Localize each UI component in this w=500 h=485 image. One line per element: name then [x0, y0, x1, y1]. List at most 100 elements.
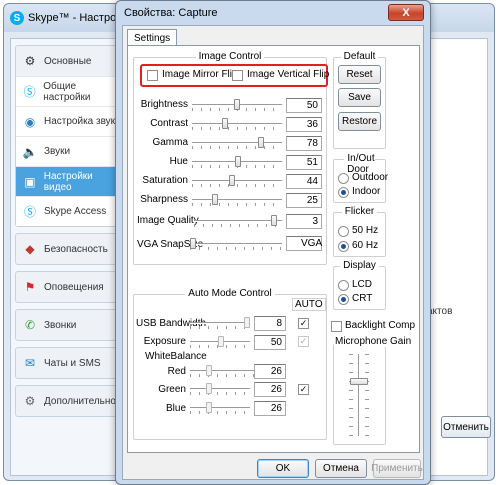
- sharpness-slider[interactable]: [192, 193, 282, 207]
- shield-icon: ◆: [25, 242, 35, 256]
- cancel-button[interactable]: Отмена: [315, 459, 367, 478]
- image-quality-value[interactable]: 3: [286, 214, 322, 229]
- flicker-60hz-radio[interactable]: [338, 241, 349, 252]
- sidebar-group-advanced[interactable]: ⚙ Дополнительно: [15, 385, 123, 417]
- lcd-label: LCD: [352, 279, 373, 290]
- auto-column-label: AUTO: [292, 298, 326, 311]
- exposure-auto-checkbox[interactable]: ✓: [298, 336, 309, 347]
- gamma-label: Gamma: [152, 137, 188, 148]
- usb-bandwidth-slider[interactable]: [190, 316, 250, 330]
- sidebar-item-label: Звуки: [44, 146, 71, 157]
- flicker-title: Flicker: [341, 206, 378, 217]
- lcd-radio[interactable]: [338, 280, 349, 291]
- image-quality-label: Image Quality: [137, 215, 199, 226]
- apply-button[interactable]: Применить: [371, 459, 423, 478]
- reset-button[interactable]: Reset: [338, 65, 381, 84]
- sidebar-item-advanced[interactable]: ⚙ Дополнительно: [16, 386, 122, 416]
- camera-icon: ▣: [24, 174, 36, 189]
- default-group-title: Default: [340, 51, 379, 62]
- contrast-label: Contrast: [150, 118, 188, 129]
- sidebar-item-notifications[interactable]: ⚑ Оповещения: [16, 272, 122, 302]
- exposure-value[interactable]: 50: [254, 335, 286, 350]
- whitebalance-auto-checkbox[interactable]: ✓: [298, 384, 309, 395]
- close-icon[interactable]: X: [388, 4, 424, 21]
- hue-slider[interactable]: [192, 155, 282, 169]
- sidebar-item-sounds[interactable]: 🔈 Звуки: [16, 136, 122, 166]
- sidebar-item-general-settings[interactable]: Ⓢ Общие настройки: [16, 76, 122, 106]
- skype-logo-icon: S: [10, 11, 24, 25]
- flicker-60hz-label: 60 Hz: [352, 240, 379, 251]
- contrast-slider[interactable]: [192, 117, 282, 131]
- dialog-titlebar: Свойства: Capture: [116, 1, 430, 25]
- contrast-value[interactable]: 36: [286, 117, 322, 132]
- sound-icon: 🔈: [22, 144, 38, 159]
- hue-label: Hue: [169, 156, 188, 167]
- crt-label: CRT: [352, 293, 373, 304]
- sidebar-item-skype-access[interactable]: Ⓢ Skype Access: [16, 196, 122, 226]
- sidebar-group-notifications[interactable]: ⚑ Оповещения: [15, 271, 123, 303]
- blue-slider[interactable]: [190, 401, 250, 415]
- crt-radio[interactable]: [338, 294, 349, 305]
- dialog-client-area: Settings Image Control Image Mirror Flip…: [122, 25, 424, 480]
- phone-icon: ✆: [24, 318, 36, 332]
- saturation-slider[interactable]: [192, 174, 282, 188]
- image-quality-slider[interactable]: [194, 214, 282, 228]
- outdoor-radio[interactable]: [338, 173, 349, 184]
- flicker-50hz-radio[interactable]: [338, 226, 349, 237]
- skype-cancel-button[interactable]: Отменить: [441, 416, 491, 438]
- blue-label: Blue: [165, 403, 186, 414]
- sidebar-item-security[interactable]: ◆ Безопасность: [16, 234, 122, 264]
- skype-sidebar: ⚙ Основные Ⓢ Общие настройки ◉ Настройка…: [11, 39, 128, 475]
- sidebar-item-general[interactable]: ⚙ Основные: [16, 46, 122, 76]
- hue-value[interactable]: 51: [286, 155, 322, 170]
- saturation-value[interactable]: 44: [286, 174, 322, 189]
- gamma-value[interactable]: 78: [286, 136, 322, 151]
- chat-icon: ✉: [24, 356, 36, 370]
- outdoor-label: Outdoor: [352, 172, 389, 183]
- vga-snapsize-value[interactable]: VGA: [286, 236, 322, 251]
- capture-properties-dialog: Свойства: Capture X Settings Image Contr…: [115, 0, 431, 485]
- green-value[interactable]: 26: [254, 382, 286, 397]
- green-slider[interactable]: [190, 382, 250, 396]
- sidebar-item-label: Звонки: [44, 319, 77, 331]
- skype-icon: Ⓢ: [23, 205, 36, 219]
- tab-settings[interactable]: Settings: [127, 29, 178, 46]
- ok-button[interactable]: OK: [257, 459, 309, 478]
- save-button[interactable]: Save: [338, 88, 381, 107]
- exposure-slider[interactable]: [190, 335, 250, 349]
- auto-mode-title: Auto Mode Control: [185, 288, 275, 299]
- backlight-comp-checkbox[interactable]: [331, 321, 342, 332]
- brightness-value[interactable]: 50: [286, 98, 322, 113]
- flag-icon: ⚑: [24, 280, 36, 294]
- saturation-label: Saturation: [142, 175, 188, 186]
- image-mirror-flip-checkbox[interactable]: [147, 70, 158, 81]
- restore-button[interactable]: Restore: [338, 112, 381, 131]
- sidebar-item-chats[interactable]: ✉ Чаты и SMS: [16, 348, 122, 378]
- brightness-label: Brightness: [140, 99, 188, 110]
- gamma-slider[interactable]: [192, 136, 282, 150]
- skype-icon: Ⓢ: [23, 85, 36, 99]
- sidebar-item-label: Общие настройки: [43, 80, 91, 103]
- vga-snapsize-slider[interactable]: [190, 237, 282, 251]
- microphone-gain-slider[interactable]: [349, 354, 369, 436]
- indoor-radio[interactable]: [338, 187, 349, 198]
- sidebar-item-calls[interactable]: ✆ Звонки: [16, 310, 122, 340]
- blue-value[interactable]: 26: [254, 401, 286, 416]
- sidebar-item-label: Дополнительно: [44, 395, 116, 407]
- whitebalance-label: WhiteBalance: [145, 351, 207, 362]
- sidebar-group-security[interactable]: ◆ Безопасность: [15, 233, 123, 265]
- sharpness-value[interactable]: 25: [286, 193, 322, 208]
- image-vertical-flip-checkbox[interactable]: [232, 70, 243, 81]
- settings-tab-panel: Image Control Image Mirror Flip Image Ve…: [127, 45, 420, 453]
- microphone-gain-label: Microphone Gain: [334, 336, 413, 347]
- usb-bandwidth-value[interactable]: 8: [254, 316, 286, 331]
- sidebar-group-chats[interactable]: ✉ Чаты и SMS: [15, 347, 123, 379]
- sidebar-group-calls[interactable]: ✆ Звонки: [15, 309, 123, 341]
- red-value[interactable]: 26: [254, 364, 286, 379]
- green-label: Green: [158, 384, 186, 395]
- sidebar-item-label: Основные: [44, 55, 92, 67]
- sidebar-item-video-settings[interactable]: ▣ Настройки видео: [16, 166, 122, 196]
- usb-bandwidth-auto-checkbox[interactable]: ✓: [298, 318, 309, 329]
- brightness-slider[interactable]: [192, 98, 282, 112]
- sidebar-item-audio-settings[interactable]: ◉ Настройка звука: [16, 106, 122, 136]
